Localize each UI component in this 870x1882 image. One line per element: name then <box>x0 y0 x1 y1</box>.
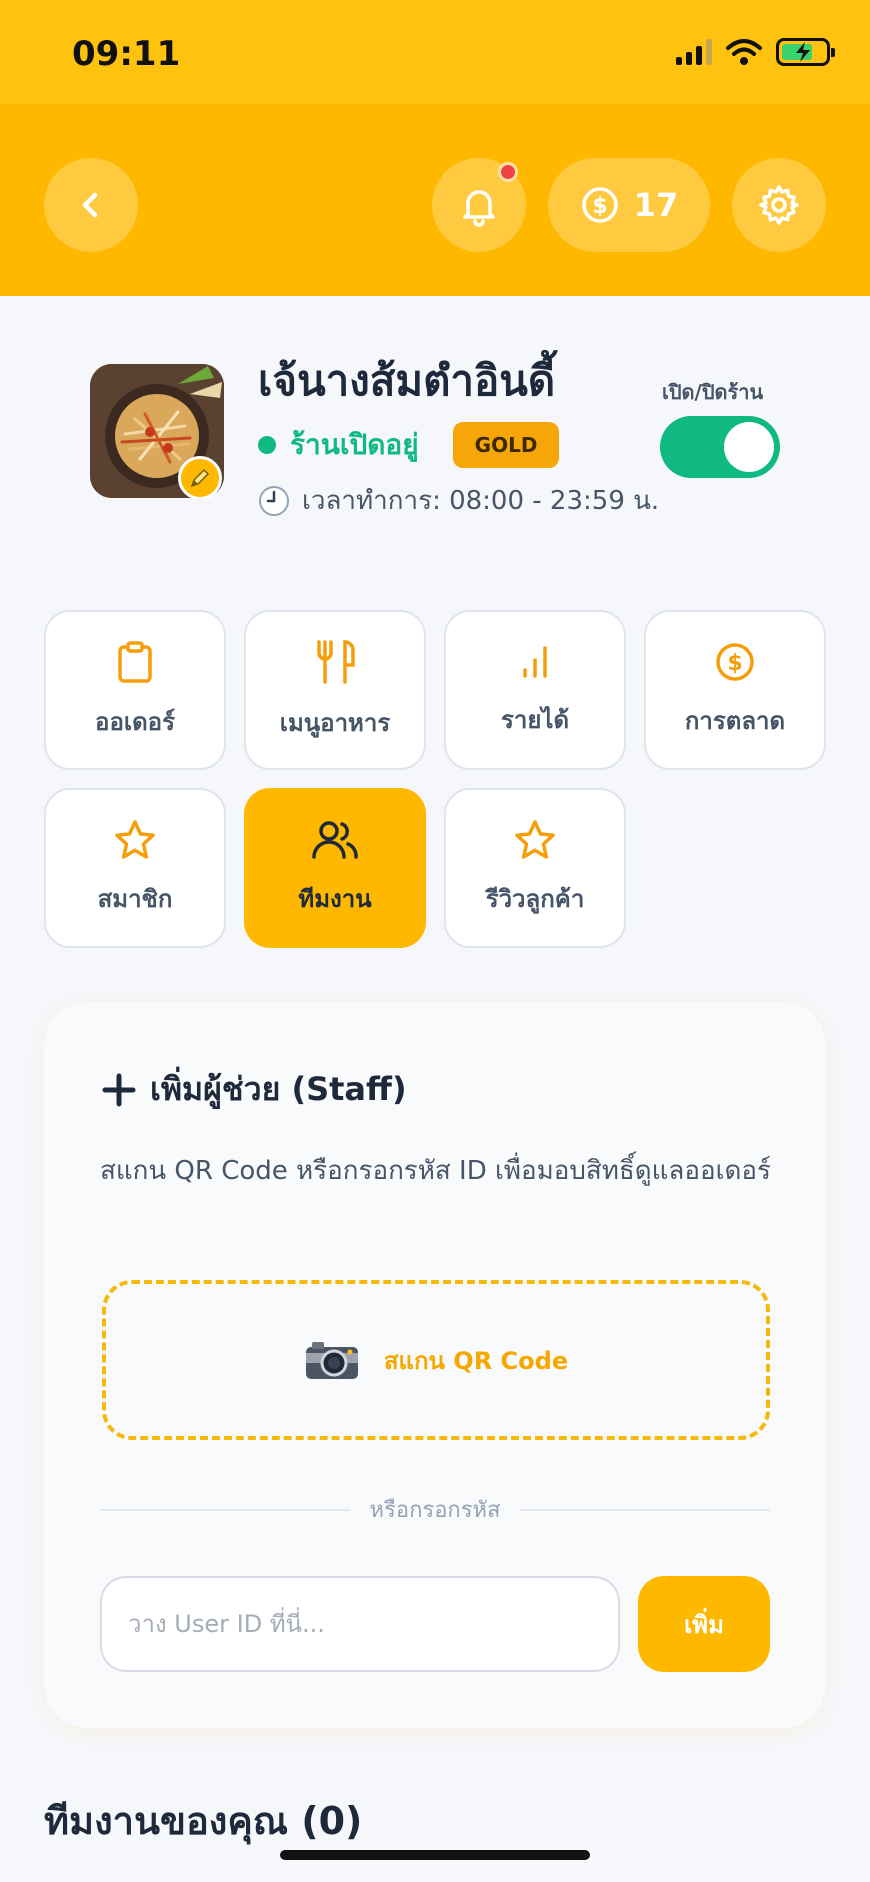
divider-line <box>100 1508 350 1511</box>
card-title: เพิ่มผู้ช่วย (Staff) <box>102 1064 407 1115</box>
chevron-left-icon <box>82 192 98 218</box>
coin-icon: $ <box>581 187 618 223</box>
menu-revenue[interactable]: รายได้ <box>444 610 626 770</box>
clipboard-icon <box>118 640 152 683</box>
shop-status: ร้านเปิดอยู่ <box>290 428 419 461</box>
scan-qr-button[interactable]: สแกน QR Code <box>102 1280 770 1440</box>
menu-members[interactable]: สมาชิก <box>44 788 226 948</box>
status-bar: 09:11 <box>0 0 870 104</box>
toggle-knob <box>724 422 774 472</box>
menu-orders[interactable]: ออเดอร์ <box>44 610 226 770</box>
add-staff-button[interactable]: เพิ่ม <box>638 1576 770 1672</box>
menu-label: สมาชิก <box>97 884 173 913</box>
card-title-text: เพิ่มผู้ช่วย (Staff) <box>150 1070 407 1108</box>
app-header: $ 17 <box>0 104 870 296</box>
divider-line <box>520 1508 771 1511</box>
status-icons <box>676 38 835 66</box>
or-text: หรือกรอกรหัส <box>369 1498 501 1523</box>
clock-icon <box>259 485 289 516</box>
bell-icon <box>463 190 495 227</box>
or-divider: หรือกรอกรหัส <box>100 1492 771 1527</box>
shop-status-row: ร้านเปิดอยู่ GOLD <box>258 422 560 468</box>
menu-label: การตลาด <box>684 706 786 735</box>
notification-dot <box>498 162 518 182</box>
menu-label: รายได้ <box>500 705 570 734</box>
coin-count: 17 <box>633 186 679 224</box>
hours-text: เวลาทำการ: 08:00 - 23:59 น. <box>302 486 660 516</box>
menu-grid: ออเดอร์ เมนูอาหาร รายได้ $ การตลาด สมาชิ… <box>44 610 826 948</box>
card-description: สแกน QR Code หรือกรอกรหัส ID เพื่อมอบสิท… <box>100 1156 771 1186</box>
opening-hours: เวลาทำการ: 08:00 - 23:59 น. <box>258 480 659 521</box>
notifications-button[interactable] <box>432 158 526 252</box>
back-button[interactable] <box>44 158 138 252</box>
open-close-toggle[interactable] <box>660 416 780 478</box>
signal-icon <box>676 39 712 65</box>
menu-label: เมนูอาหาร <box>279 708 391 737</box>
menu-label: รีวิวลูกค้า <box>485 884 585 913</box>
status-time: 09:11 <box>72 34 181 74</box>
coin-balance-button[interactable]: $ 17 <box>548 158 710 252</box>
star-icon <box>115 819 155 859</box>
team-section-title: ทีมงานของคุณ (0) <box>44 1799 363 1843</box>
dollar-coin-icon: $ <box>716 642 754 681</box>
add-staff-card: เพิ่มผู้ช่วย (Staff) สแกน QR Code หรือกร… <box>44 1002 826 1728</box>
menu-marketing[interactable]: $ การตลาด <box>644 610 826 770</box>
svg-text:$: $ <box>727 651 742 676</box>
menu-team[interactable]: ทีมงาน <box>244 788 426 948</box>
scan-qr-label: สแกน QR Code <box>383 1346 569 1375</box>
status-dot <box>258 436 276 454</box>
edit-photo-button[interactable] <box>178 456 222 500</box>
user-id-input[interactable] <box>100 1576 620 1672</box>
utensils-icon <box>317 639 355 684</box>
menu-label: ออเดอร์ <box>95 707 175 736</box>
tier-badge: GOLD <box>452 422 560 468</box>
menu-reviews[interactable]: รีวิวลูกค้า <box>444 788 626 948</box>
settings-button[interactable] <box>732 158 826 252</box>
plus-icon <box>102 1073 136 1106</box>
home-indicator <box>280 1850 590 1860</box>
toggle-label: เปิด/ปิดร้าน <box>662 380 764 404</box>
wifi-icon <box>726 39 762 65</box>
menu-label: ทีมงาน <box>298 884 372 913</box>
pencil-icon <box>190 468 210 488</box>
shop-profile: เจ้นางส้มตำอินดี้ ร้านเปิดอยู่ GOLD เวลา… <box>0 296 870 586</box>
bar-chart-icon <box>523 645 547 678</box>
menu-food[interactable]: เมนูอาหาร <box>244 610 426 770</box>
camera-icon <box>305 1342 358 1379</box>
shop-name: เจ้นางส้มตำอินดี้ <box>258 356 556 405</box>
gear-icon <box>759 185 799 225</box>
battery-icon <box>776 38 835 66</box>
star-icon <box>515 819 555 859</box>
svg-text:$: $ <box>592 194 607 219</box>
users-icon <box>312 820 358 859</box>
